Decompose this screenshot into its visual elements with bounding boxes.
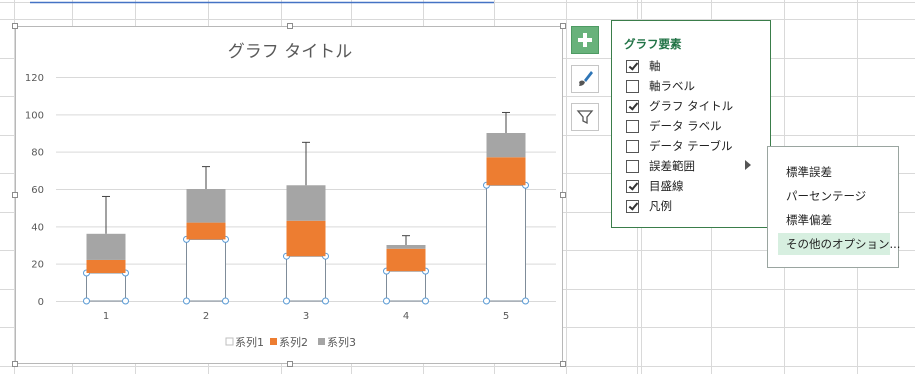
chart-element-label: 目盛線 [649,179,684,193]
x-tick-label: 2 [203,311,209,322]
resize-handle-tl[interactable] [12,23,18,29]
legend-label-series3: 系列3 [327,335,356,349]
legend-label-series2: 系列2 [279,335,308,349]
plus-icon [578,33,592,47]
bar-series1-1 [86,272,126,302]
bar-series3-1 [86,233,126,260]
error-bar-option[interactable]: 標準偏差 [768,209,898,231]
chart-element-item[interactable]: グラフ タイトル [626,97,733,115]
error-bar-option[interactable]: その他のオプション... [778,233,900,255]
bar-series2-3 [286,220,326,257]
error-bar-option[interactable]: 標準誤差 [768,161,898,183]
x-tick-label: 3 [303,311,309,322]
selection-marker [522,297,529,305]
y-tick-label: 0 [38,297,44,308]
paintbrush-icon [579,71,593,86]
chart-element-item[interactable]: データ テーブル [626,137,732,155]
y-tick-label: 20 [31,260,44,271]
resize-handle-br[interactable] [560,361,566,367]
chart-element-label: データ ラベル [649,119,722,133]
selection-marker [183,297,190,305]
y-tick-label: 80 [31,148,44,159]
chart-area[interactable]: グラフ タイトル 0 20 40 60 80 100 120 1 2 3 4 5 系列1 系列2 系列3 [12,23,566,367]
chart-element-label: データ テーブル [649,139,733,153]
x-tick-label: 1 [103,311,109,322]
submenu-arrow-icon[interactable] [745,160,751,170]
bar-series2-2 [186,222,226,240]
selection-marker [483,297,490,305]
legend-label-series1: 系列1 [235,335,264,349]
chart-title[interactable]: グラフ タイトル [228,42,352,62]
funnel-icon [576,110,594,125]
resize-handle-bm[interactable] [287,361,293,367]
chart-elements-panel: グラフ要素 軸軸ラベルグラフ タイトル データ ラベル データ テーブル 誤差範囲目盛… [611,20,771,228]
chart-element-label: 誤差範囲 [649,159,695,173]
selection-marker [122,297,129,305]
chart-element-item[interactable]: 凡例 [626,197,672,215]
chart-element-item[interactable]: 目盛線 [626,177,684,195]
resize-handle-mr[interactable] [560,192,566,198]
legend-swatch-series3 [318,338,325,345]
chart-element-label: グラフ タイトル [649,99,734,113]
bar-series2-5 [486,157,526,186]
checkbox[interactable] [626,59,639,73]
chart-styles-button[interactable] [571,65,599,93]
chart-plot[interactable]: グラフ タイトル 0 20 40 60 80 100 120 1 2 3 4 5 系列1 系列2 系列3 [16,27,564,365]
bar-series3-4 [386,245,426,249]
y-tick-label: 60 [31,185,44,196]
selection-marker [222,297,229,305]
checkbox[interactable] [626,199,639,213]
selection-marker [283,297,290,305]
error-bar-option[interactable]: パーセンテージ [768,185,898,207]
checkbox[interactable] [626,99,639,113]
resize-handle-ml[interactable] [12,192,18,198]
selection-marker [83,297,90,305]
chart-element-item[interactable]: 軸 [626,57,661,75]
chart-element-label: 軸ラベル [649,79,695,93]
checkbox[interactable] [626,139,639,153]
bar-series2-1 [86,259,126,273]
legend-swatch-series2 [270,338,277,345]
bar-series3-3 [286,185,326,221]
chart-elements-button[interactable] [571,26,599,54]
chart-filters-button[interactable] [571,103,599,131]
selection-marker [383,297,390,305]
panel-title: グラフ要素 [624,37,682,51]
bar-series1-5 [486,184,526,302]
legend-swatch-series1 [225,337,234,346]
bar-series3-2 [186,189,226,223]
bar-series1-3 [286,255,326,302]
y-tick-label: 40 [31,222,44,233]
chart-element-item[interactable]: 誤差範囲 [626,157,695,175]
checkbox[interactable] [626,79,639,93]
chart-element-label: 凡例 [649,199,672,213]
chart-element-item[interactable]: 軸ラベル [626,77,695,95]
error-bar-submenu: 標準誤差 パーセンテージ 標準偏差 その他のオプション... [767,146,900,268]
resize-handle-tr[interactable] [560,23,566,29]
bar-series2-4 [386,248,426,272]
bar-series3-5 [486,133,526,158]
resize-handle-tm[interactable] [287,23,293,29]
bar-series1-2 [186,238,226,302]
checkbox[interactable] [626,159,639,173]
x-tick-label: 5 [503,311,509,322]
chart-element-item[interactable]: データ ラベル [626,117,722,135]
resize-handle-bl[interactable] [12,361,18,367]
selection-marker [322,297,329,305]
selection-marker [422,297,429,305]
chart-element-label: 軸 [649,59,661,73]
checkbox[interactable] [626,119,639,133]
y-tick-label: 100 [25,110,44,121]
y-tick-label: 120 [25,73,44,84]
checkbox[interactable] [626,179,639,193]
bar-series1-4 [386,270,426,302]
x-tick-label: 4 [403,311,409,322]
